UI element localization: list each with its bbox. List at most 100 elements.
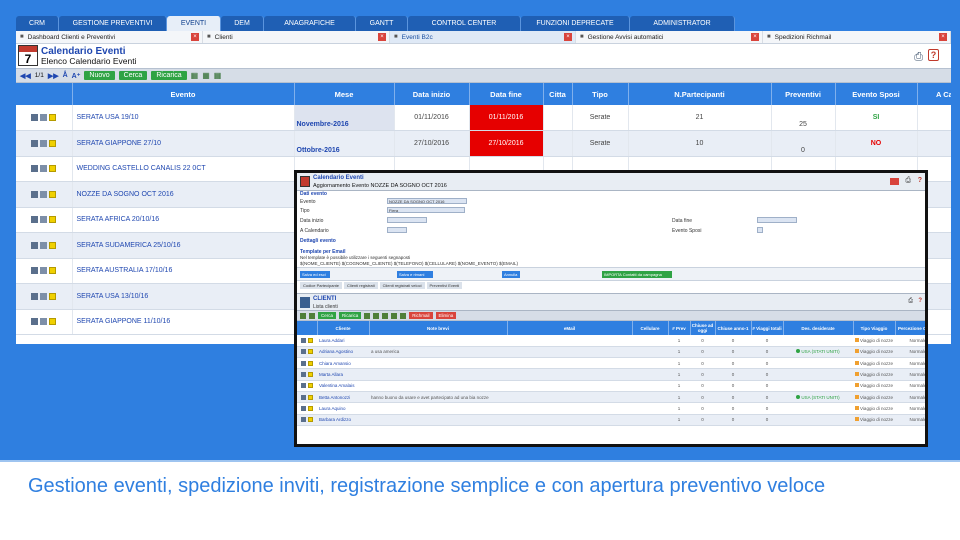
- folder-icon[interactable]: [49, 139, 57, 147]
- folder-icon[interactable]: [308, 405, 313, 411]
- column-header-chiuse-ad-oggi[interactable]: Chiuse ad oggi: [690, 321, 716, 335]
- export-pdf-icon[interactable]: ▦: [214, 71, 222, 80]
- table-row[interactable]: Laura Addari1000Viaggio di nozzeNormaleP…: [297, 335, 925, 347]
- folder-icon[interactable]: [49, 190, 57, 198]
- folder-icon[interactable]: [49, 241, 57, 249]
- nav-tab-anagrafiche[interactable]: ANAGRAFICHE: [264, 16, 356, 31]
- event-name[interactable]: SERATA USA 13/10/16: [72, 283, 295, 310]
- column-header-cellulare[interactable]: Cellulare: [632, 321, 669, 335]
- printer-icon[interactable]: ⎙: [914, 51, 923, 64]
- last-page-icon[interactable]: ▶▶: [48, 72, 59, 80]
- client-name[interactable]: Marta Allara: [317, 368, 369, 381]
- clients-search-button[interactable]: Cerca: [318, 312, 337, 319]
- printer-icon[interactable]: ⎙: [905, 177, 911, 185]
- event-name[interactable]: SERATA AFRICA 20/10/16: [72, 207, 295, 233]
- client-name[interactable]: Laura Aquino: [317, 402, 369, 415]
- edit-icon[interactable]: [301, 337, 306, 343]
- column-header-evento[interactable]: Evento: [72, 83, 295, 105]
- edit-icon[interactable]: [301, 349, 306, 355]
- edit-icon[interactable]: [301, 394, 306, 400]
- column-header-a-calendario[interactable]: A Calendario: [917, 83, 951, 105]
- folder-icon[interactable]: [308, 372, 313, 378]
- edit-icon[interactable]: [31, 165, 39, 173]
- event-name[interactable]: NOZZE DA SOGNO OCT 2016: [72, 181, 295, 208]
- client-name[interactable]: Valentina Amalais: [317, 380, 369, 392]
- column-header-actions[interactable]: [16, 83, 73, 105]
- new-button[interactable]: Nuovo: [84, 71, 115, 80]
- column-header-cliente[interactable]: Cliente: [317, 321, 370, 335]
- font-smaller-icon[interactable]: Å: [63, 72, 68, 79]
- column-header-actions[interactable]: [297, 321, 318, 335]
- printer-icon[interactable]: ⎙: [908, 298, 913, 305]
- folder-icon[interactable]: [308, 349, 313, 355]
- export-icon[interactable]: [300, 312, 306, 319]
- close-icon[interactable]: [890, 178, 899, 185]
- column-header-data-inizio[interactable]: Data inizio: [394, 83, 470, 105]
- subtab-clienti[interactable]: ■ Clienti ×: [203, 31, 390, 43]
- document-icon[interactable]: [40, 190, 48, 198]
- tab-clienti-veloci[interactable]: Clienti registrati veloci: [379, 282, 425, 289]
- nav-tab-funzioni-deprecate[interactable]: FUNZIONI DEPRECATE: [521, 16, 630, 31]
- document-icon[interactable]: [40, 165, 48, 173]
- tool-icon[interactable]: [364, 312, 371, 319]
- folder-icon[interactable]: [49, 216, 57, 224]
- help-icon[interactable]: ?: [928, 49, 939, 61]
- folder-icon[interactable]: [49, 292, 57, 300]
- edit-icon[interactable]: [31, 241, 39, 249]
- subtab-eventi-b2c[interactable]: ■ Eventi B2c ×: [390, 31, 576, 43]
- tool-icon[interactable]: [391, 312, 398, 319]
- table-row[interactable]: SERATA USA 19/10 Novembre-2016 01/11/2016 0…: [16, 105, 951, 131]
- save-stay-button[interactable]: Salva e rimani: [397, 271, 433, 278]
- event-name[interactable]: SERATA USA 19/10: [72, 105, 295, 131]
- evento-field[interactable]: NOZZE DA SOGNO OCT 2016: [387, 198, 467, 204]
- save-exit-button[interactable]: Salva ed esci: [300, 271, 330, 278]
- clients-reload-button[interactable]: Ricarica: [339, 312, 362, 319]
- client-name[interactable]: Chiara Amansio: [317, 357, 369, 370]
- nav-tab-dem[interactable]: DEM: [221, 16, 264, 31]
- table-row[interactable]: Chiara Amansio 1 0 0 0 Viaggio di nozze Normal…: [297, 357, 925, 370]
- tab-clienti-registrati[interactable]: Clienti registrati: [344, 282, 378, 289]
- close-icon[interactable]: ×: [751, 33, 759, 41]
- table-row[interactable]: Laura Aquino1000Viaggio di nozzeNormaleP…: [297, 402, 925, 415]
- edit-icon[interactable]: [31, 267, 39, 275]
- event-name[interactable]: SERATA GIAPPONE 11/10/16: [72, 309, 295, 335]
- column-header-des-desiderate[interactable]: Des. desiderate: [783, 321, 854, 335]
- edit-icon[interactable]: [301, 372, 306, 378]
- folder-icon[interactable]: [49, 165, 57, 173]
- folder-icon[interactable]: [49, 318, 57, 326]
- export-excel-icon[interactable]: ▦: [191, 71, 199, 80]
- close-icon[interactable]: ×: [939, 33, 947, 41]
- edit-icon[interactable]: [301, 405, 306, 411]
- edit-icon[interactable]: [31, 318, 39, 326]
- event-name[interactable]: WEDDING CASTELLO CANALIS 22 0CT: [72, 156, 295, 182]
- first-page-icon[interactable]: ◀◀: [20, 72, 31, 80]
- column-header-tipo[interactable]: Tipo: [572, 83, 629, 105]
- edit-icon[interactable]: [301, 417, 306, 423]
- edit-icon[interactable]: [31, 292, 39, 300]
- sposi-checkbox[interactable]: [757, 227, 763, 233]
- data-inizio-field[interactable]: [387, 217, 427, 223]
- help-icon[interactable]: ?: [918, 298, 922, 304]
- tab-preventivi-eventi[interactable]: Preventivi Eventi: [426, 282, 463, 289]
- document-icon[interactable]: [40, 267, 48, 275]
- table-row[interactable]: SERATA GIAPPONE 27/10 Ottobre-2016 27/10/2…: [16, 130, 951, 157]
- event-name[interactable]: SERATA AUSTRALIA 17/10/16: [72, 258, 295, 284]
- column-header-n-partecipanti[interactable]: N.Partecipanti: [628, 83, 772, 105]
- document-icon[interactable]: [40, 139, 48, 147]
- edit-icon[interactable]: [301, 383, 306, 389]
- import-contacts-button[interactable]: IMPORTA Contatti da campagna: [602, 271, 672, 278]
- data-fine-field[interactable]: [757, 217, 797, 223]
- table-row[interactable]: Barbara Ardizzo 1 0 0 0 Viaggio di nozze Norma…: [297, 414, 925, 426]
- search-button[interactable]: Cerca: [118, 71, 148, 80]
- calendario-select[interactable]: [387, 227, 407, 233]
- column-header-email[interactable]: eMail: [507, 321, 633, 335]
- event-name[interactable]: SERATA SUDAMERICA 25/10/16: [72, 232, 295, 259]
- reload-button[interactable]: Ricarica: [151, 71, 187, 80]
- column-header-citta[interactable]: Citta: [543, 83, 573, 105]
- subtab-gestione-avvisi-automatici[interactable]: ■ Gestione Avvisi automatici ×: [576, 31, 763, 43]
- table-row[interactable]: Adriana Agostino a usa america 1 0 0 0 USA (ST…: [297, 346, 925, 359]
- folder-icon[interactable]: [49, 267, 57, 275]
- column-header-preventivi[interactable]: Preventivi: [771, 83, 836, 105]
- delete-button[interactable]: Elimina: [435, 312, 457, 319]
- tab-codice-partecipante[interactable]: Codice Partecipante: [300, 282, 343, 289]
